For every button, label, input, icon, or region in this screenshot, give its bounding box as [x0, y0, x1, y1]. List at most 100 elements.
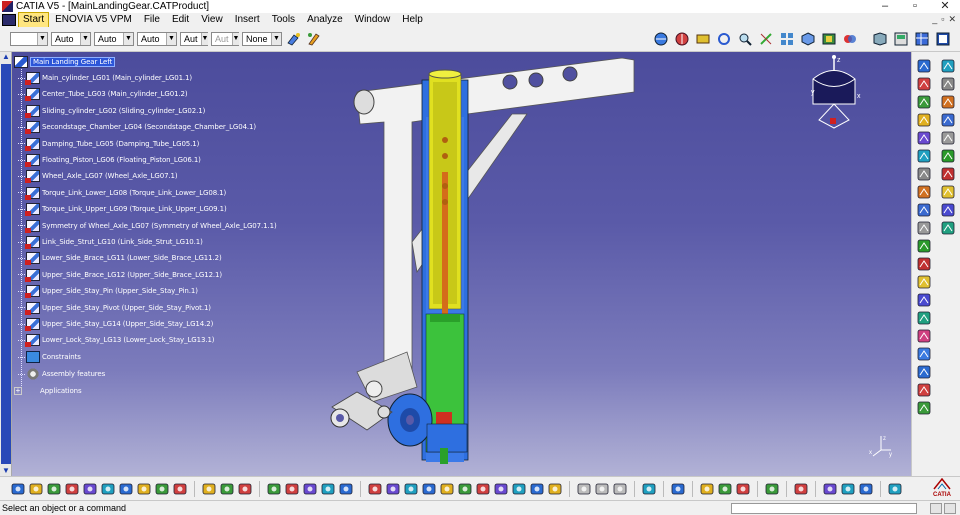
status-button-2[interactable] — [944, 503, 956, 514]
assembly-tool-19-icon[interactable] — [916, 382, 932, 398]
menu-enovia[interactable]: ENOVIA V5 VPM — [49, 13, 138, 27]
constraint-tool-9-icon[interactable] — [940, 202, 956, 218]
assembly-tool-5-icon[interactable] — [916, 130, 932, 146]
copy-icon[interactable] — [100, 481, 116, 497]
disabled-1-icon[interactable] — [576, 481, 592, 497]
line-thickness-combo[interactable]: Auto ▼ — [94, 32, 134, 46]
fly-mode-icon[interactable] — [652, 30, 670, 48]
fit-all-icon[interactable] — [385, 481, 401, 497]
assembly-tool-1-icon[interactable] — [916, 58, 932, 74]
disabled-3-icon[interactable] — [612, 481, 628, 497]
shading-icon[interactable] — [820, 30, 838, 48]
tree-item-part[interactable]: Upper_Side_Stay_Pin (Upper_Side_Stay_Pin… — [18, 284, 198, 299]
zoom-out-icon[interactable] — [457, 481, 473, 497]
shading-icon[interactable] — [511, 481, 527, 497]
tree-item-part[interactable]: Torque_Link_Upper_LG09 (Torque_Link_Uppe… — [18, 202, 227, 217]
tree-item-part[interactable]: Upper_Side_Stay_LG14 (Upper_Side_Stay_LG… — [18, 317, 213, 331]
redo-icon[interactable] — [154, 481, 170, 497]
assembly-tool-16-icon[interactable] — [916, 328, 932, 344]
paste-icon[interactable] — [118, 481, 134, 497]
assembly-tool-7-icon[interactable] — [916, 166, 932, 182]
format-painter-icon[interactable] — [285, 31, 302, 48]
update-icon[interactable] — [699, 481, 715, 497]
zoom-in-icon[interactable] — [439, 481, 455, 497]
constraint-tool-1-icon[interactable] — [940, 58, 956, 74]
3d-viewport[interactable]: Main Landing Gear Left Main_cylinder_LG01… — [12, 52, 911, 476]
assembly-tool-3-icon[interactable] — [916, 94, 932, 110]
constraint-tool-10-icon[interactable] — [940, 220, 956, 236]
tree-item-part[interactable]: Center_Tube_LG03 (Main_cylinder_LG01.2) — [18, 87, 188, 102]
tree-item-part[interactable]: Lower_Side_Brace_LG11 (Lower_Side_Brace_… — [18, 251, 222, 266]
layer-name-combo[interactable]: None ▼ — [242, 32, 282, 46]
undo-icon[interactable] — [136, 481, 152, 497]
tree-item-part[interactable]: Secondstage_Chamber_LG04 (Secondstage_Ch… — [18, 120, 256, 135]
open-icon[interactable] — [28, 481, 44, 497]
material-icon[interactable] — [822, 481, 838, 497]
multi-view-icon[interactable] — [778, 30, 796, 48]
tree-item-part[interactable]: Upper_Side_Stay_Pivot (Upper_Side_Stay_P… — [18, 301, 211, 315]
assembly-tool-8-icon[interactable] — [916, 184, 932, 200]
tree-item-part[interactable]: Torque_Link_Lower_LG08 (Torque_Link_Lowe… — [18, 186, 226, 200]
render-combo[interactable]: Aut ▼ — [211, 32, 240, 46]
normal-view-icon[interactable] — [475, 481, 491, 497]
swap-space-icon[interactable] — [547, 481, 563, 497]
tree-item-part[interactable]: Floating_Piston_LG06 (Floating_Piston_LG… — [18, 153, 201, 167]
snap-icon[interactable] — [284, 481, 300, 497]
assembly-tool-11-icon[interactable] — [916, 238, 932, 254]
new-icon[interactable] — [10, 481, 26, 497]
sweep-icon[interactable] — [338, 481, 354, 497]
fly-icon[interactable] — [367, 481, 383, 497]
tree-scrollbar[interactable]: ▲ ▼ — [0, 52, 12, 476]
tree-item-part[interactable]: Symmetry of Wheel_Axle_LG07 (Symmetry of… — [18, 219, 277, 233]
tree-item-constraints[interactable]: Constraints — [18, 350, 81, 364]
close-button[interactable]: ✕ — [930, 0, 960, 13]
tree-item-part[interactable]: Damping_Tube_LG05 (Damping_Tube_LG05.1) — [18, 137, 199, 151]
knowledge-icon[interactable] — [858, 481, 874, 497]
constraint-tool-6-icon[interactable] — [940, 148, 956, 164]
constraint-tool-4-icon[interactable] — [940, 112, 956, 128]
pan-icon[interactable] — [403, 481, 419, 497]
camera-icon[interactable] — [641, 481, 657, 497]
menu-tools[interactable]: Tools — [266, 13, 301, 27]
doc-restore-button[interactable]: ▫ — [941, 14, 944, 25]
table-icon[interactable] — [887, 481, 903, 497]
cut-section-icon[interactable] — [302, 481, 318, 497]
catalog-browser-icon[interactable] — [892, 30, 910, 48]
tree-item-part[interactable]: Lower_Lock_Stay_LG13 (Lower_Lock_Stay_LG… — [18, 333, 215, 348]
menu-start[interactable]: Start — [18, 12, 50, 28]
comment-icon[interactable] — [219, 481, 235, 497]
menu-view[interactable]: View — [195, 13, 229, 27]
transparency-combo[interactable]: Auto ▼ — [51, 32, 91, 46]
maximize-button[interactable]: ▫ — [900, 0, 930, 13]
catia-menu-logo-icon[interactable] — [2, 14, 16, 26]
isometric-view-icon[interactable] — [799, 30, 817, 48]
tree-item-assembly-features[interactable]: Assembly features — [18, 367, 105, 381]
doc-close-button[interactable]: ✕ — [948, 14, 956, 25]
menu-window[interactable]: Window — [349, 13, 397, 27]
assembly-tool-2-icon[interactable] — [916, 76, 932, 92]
formula-icon[interactable] — [201, 481, 217, 497]
clash-icon[interactable] — [320, 481, 336, 497]
save-icon[interactable] — [46, 481, 62, 497]
menu-analyze[interactable]: Analyze — [301, 13, 349, 27]
grid-icon[interactable] — [266, 481, 282, 497]
tree-item-part[interactable]: Upper_Side_Brace_LG12 (Upper_Side_Brace_… — [18, 268, 222, 282]
menu-file[interactable]: File — [138, 13, 166, 27]
rotate-icon[interactable] — [715, 30, 733, 48]
layer-combo[interactable]: Aut ▼ — [180, 32, 209, 46]
assembly-tool-12-icon[interactable] — [916, 256, 932, 272]
constraint-tool-2-icon[interactable] — [940, 76, 956, 92]
scroll-up-icon[interactable]: ▲ — [1, 52, 11, 62]
product-structure-icon[interactable] — [670, 481, 686, 497]
tree-root-product[interactable]: Main Landing Gear Left — [14, 55, 116, 69]
constraint-tool-7-icon[interactable] — [940, 166, 956, 182]
assembly-tool-17-icon[interactable] — [916, 346, 932, 362]
assembly-tool-9-icon[interactable] — [916, 202, 932, 218]
color-combo[interactable]: ▼ — [10, 32, 48, 46]
hide-show-icon[interactable] — [841, 30, 859, 48]
menu-help[interactable]: Help — [396, 13, 429, 27]
knowledge-icon[interactable] — [934, 30, 952, 48]
print-icon[interactable] — [64, 481, 80, 497]
rotate-icon[interactable] — [421, 481, 437, 497]
light-icon[interactable] — [735, 481, 751, 497]
